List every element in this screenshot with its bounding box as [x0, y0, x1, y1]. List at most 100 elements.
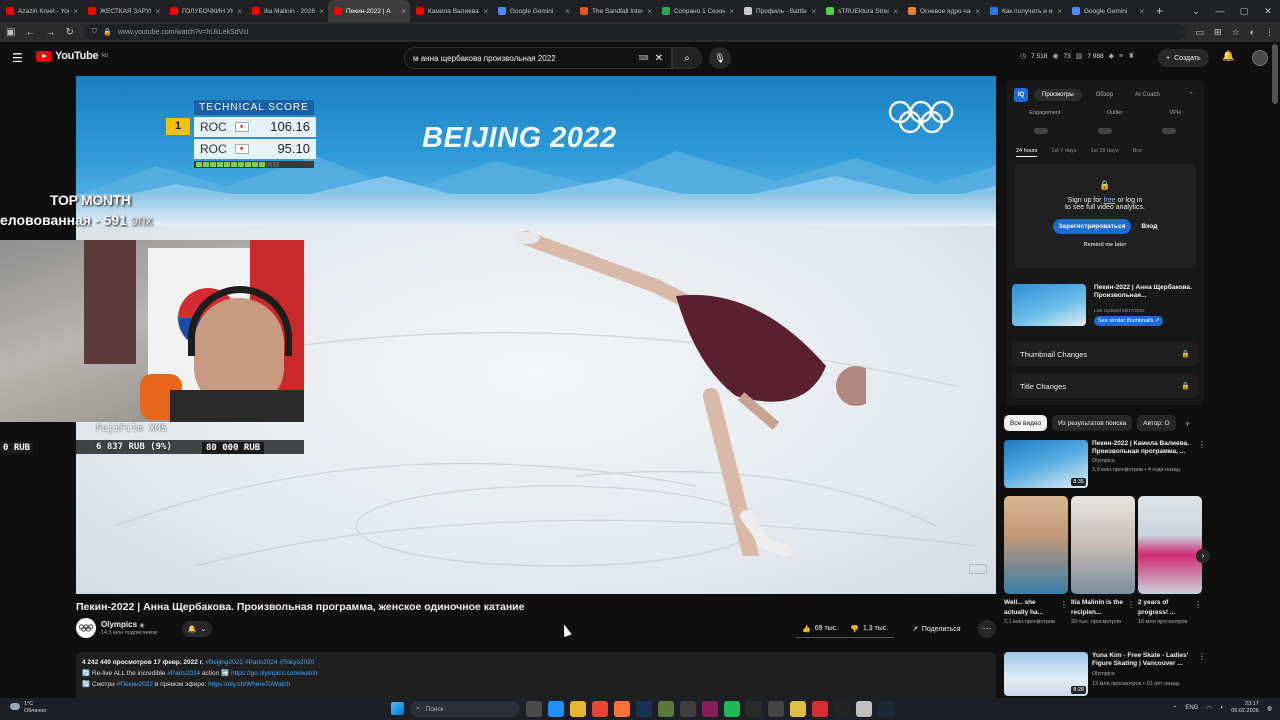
- share-button[interactable]: ↗ Поделиться: [906, 620, 967, 638]
- short-item[interactable]: 2 years of progress! ... 16 млн просмотр…: [1138, 496, 1202, 644]
- task-view-icon[interactable]: [526, 701, 542, 717]
- recommended-channel[interactable]: Olympics: [1092, 458, 1115, 464]
- desc-line3-link[interactable]: https://oly.ch/WhereToWatch: [208, 681, 290, 688]
- period-all[interactable]: Все: [1133, 148, 1142, 157]
- maximize-icon[interactable]: ▢: [1232, 6, 1256, 17]
- browser-tab[interactable]: Ilia Malinin - 2026 (×: [246, 0, 328, 22]
- vidiq-icon[interactable]: ◆: [1109, 52, 1114, 60]
- reload-icon[interactable]: ↻: [65, 27, 73, 38]
- browser-tab[interactable]: Сопрано 1 Сезон (×: [656, 0, 738, 22]
- tab-close-icon[interactable]: ×: [319, 7, 324, 16]
- photoshop-icon[interactable]: [636, 701, 652, 717]
- description-box[interactable]: 4 242 449 просмотров 17 февр. 2022 г. #B…: [76, 652, 996, 702]
- period-24h[interactable]: 24 hours: [1016, 148, 1038, 157]
- tab-close-icon[interactable]: ×: [401, 7, 406, 16]
- tab-close-icon[interactable]: ×: [1139, 7, 1144, 16]
- search-input[interactable]: м анна щербакова произвольная 2022 ⌨ ✕: [404, 47, 672, 69]
- close-window-icon[interactable]: ✕: [1256, 6, 1280, 17]
- create-button[interactable]: + Создать: [1158, 49, 1209, 67]
- bookmark-star-icon[interactable]: ☆: [1231, 27, 1239, 38]
- shorts-next-button[interactable]: ›: [1196, 549, 1210, 563]
- app-icon[interactable]: [790, 701, 806, 717]
- desc-line2-tag[interactable]: #Paris2024: [167, 670, 200, 677]
- browser-tab[interactable]: Google Gemini ×: [1066, 0, 1148, 22]
- chip-all[interactable]: Все видео: [1004, 415, 1048, 431]
- search-button[interactable]: ⌕: [672, 47, 702, 69]
- video-thumbnail[interactable]: 8:35: [1004, 440, 1088, 488]
- tab-close-icon[interactable]: ×: [483, 7, 488, 16]
- chip-author[interactable]: Автор: O: [1137, 415, 1176, 431]
- short-thumbnail[interactable]: [1071, 496, 1135, 594]
- short-thumbnail[interactable]: [1138, 496, 1202, 594]
- taskbar-search[interactable]: ⌕ Поиск: [410, 701, 520, 717]
- login-button[interactable]: Вход: [1141, 223, 1157, 230]
- short-item[interactable]: Well... she actually ha... 2,1 млн просм…: [1004, 496, 1068, 644]
- video-thumbnail[interactable]: 8:28: [1004, 652, 1088, 696]
- more-options-icon[interactable]: ⋮: [1198, 440, 1206, 449]
- recommended-video[interactable]: 8:28 Yuna Kim - Free Skate - Ladies' Fig…: [1004, 652, 1206, 696]
- tab-close-icon[interactable]: ×: [237, 7, 242, 16]
- tab-close-icon[interactable]: ×: [155, 7, 160, 16]
- recommended-video[interactable]: 8:35 Пекин-2022 | Камила Валиева. Произв…: [1004, 440, 1206, 488]
- menu-dots-icon[interactable]: ⋮: [1265, 27, 1274, 38]
- more-actions-button[interactable]: ···: [978, 620, 996, 638]
- free-link[interactable]: free: [1103, 197, 1115, 204]
- explorer-icon[interactable]: [570, 701, 586, 717]
- app-icon[interactable]: [680, 701, 696, 717]
- obs-icon[interactable]: [856, 701, 872, 717]
- title-changes-row[interactable]: Title Changes 🔒: [1012, 374, 1198, 398]
- short-item[interactable]: Ilia Malinin is the recipien... 20 тыс. …: [1071, 496, 1135, 644]
- collapse-icon[interactable]: ⌃: [1188, 91, 1194, 99]
- browser-tab[interactable]: ЖЕСТКАЯ ЗАРУБА ×: [82, 0, 164, 22]
- back-icon[interactable]: ←: [25, 27, 35, 38]
- terminal-icon[interactable]: [768, 701, 784, 717]
- tab-close-icon[interactable]: ×: [73, 7, 78, 16]
- page-scrollbar[interactable]: [1272, 44, 1278, 104]
- minecraft-icon[interactable]: [658, 701, 674, 717]
- screenshot-icon[interactable]: ▭: [1195, 27, 1204, 38]
- extension-icon[interactable]: ◐: [1250, 27, 1255, 38]
- more-options-icon[interactable]: ⋮: [1194, 600, 1202, 609]
- vidiq-tab-ai-coach[interactable]: AI Coach: [1127, 89, 1168, 101]
- more-options-icon[interactable]: ⋮: [1060, 600, 1068, 609]
- youtube-logo[interactable]: YouTube RU: [36, 50, 108, 62]
- tray-chevron-icon[interactable]: ⌃: [1172, 705, 1177, 712]
- app-icon[interactable]: [834, 701, 850, 717]
- browser-tab[interactable]: The Sandfall Intera ×: [574, 0, 656, 22]
- dislike-button[interactable]: 👎 1,3 тыс.: [844, 620, 895, 638]
- firefox-icon[interactable]: [614, 701, 630, 717]
- notification-icon[interactable]: ◍: [1267, 705, 1272, 712]
- similar-thumbnails-button[interactable]: See similar thumbnails ↗: [1094, 316, 1164, 326]
- steam-icon[interactable]: [878, 701, 894, 717]
- tab-search-icon[interactable]: ⌄: [1184, 6, 1208, 17]
- tab-close-icon[interactable]: ×: [811, 7, 816, 16]
- wifi-icon[interactable]: ◠: [1206, 705, 1211, 712]
- app-icon[interactable]: [746, 701, 762, 717]
- url-field[interactable]: ⛉ 🔒 www.youtube.com/watch?v=hUkLekSdVcI: [83, 24, 1186, 40]
- volume-icon[interactable]: ◖: [1220, 705, 1224, 711]
- app-icon[interactable]: [812, 701, 828, 717]
- channel-avatar[interactable]: [76, 618, 96, 638]
- browser-tab[interactable]: Огневое ядро час ×: [902, 0, 984, 22]
- tab-close-icon[interactable]: ×: [1057, 7, 1062, 16]
- short-thumbnail[interactable]: [1004, 496, 1068, 594]
- tab-close-icon[interactable]: ×: [729, 7, 734, 16]
- browser-tab[interactable]: Пекин-2022 | А ×: [328, 0, 410, 22]
- more-options-icon[interactable]: ⋮: [1127, 600, 1135, 609]
- browser-tab[interactable]: Как получить и ис ×: [984, 0, 1066, 22]
- edge-icon[interactable]: [548, 701, 564, 717]
- voice-search-button[interactable]: 🎙: [709, 47, 731, 69]
- like-button[interactable]: 👍 69 тыс.: [796, 620, 845, 638]
- more-options-icon[interactable]: ⋮: [1198, 652, 1206, 661]
- desc-line2-link[interactable]: https://go.olympics.com/watch: [231, 670, 318, 677]
- sidebar-toggle-icon[interactable]: ▣: [6, 27, 15, 38]
- tab-close-icon[interactable]: ×: [565, 7, 570, 16]
- language-indicator[interactable]: ENG: [1185, 705, 1198, 711]
- keyboard-icon[interactable]: ⌨: [639, 54, 649, 62]
- start-button[interactable]: [391, 702, 404, 715]
- vidiq-tab-overview[interactable]: Обзор: [1088, 89, 1121, 101]
- browser-tab[interactable]: ГОЛУБОЧКИН УНІ ×: [164, 0, 246, 22]
- minimize-icon[interactable]: —: [1208, 6, 1232, 16]
- clear-search-icon[interactable]: ✕: [655, 53, 663, 64]
- period-28d[interactable]: 1st 28 days: [1090, 148, 1118, 157]
